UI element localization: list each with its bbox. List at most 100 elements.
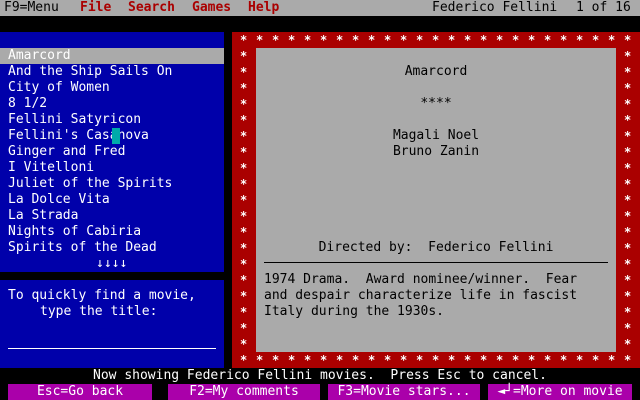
- list-item[interactable]: Amarcord: [0, 48, 224, 64]
- border-star: *: [624, 257, 632, 271]
- border-star: *: [448, 33, 456, 47]
- border-star: *: [240, 241, 248, 255]
- border-star: *: [240, 193, 248, 207]
- menu-search[interactable]: Search: [128, 0, 175, 16]
- panel-divider: [0, 272, 224, 280]
- border-star: *: [240, 305, 248, 319]
- scroll-down-indicator[interactable]: ↓↓↓↓: [96, 256, 127, 272]
- border-star: *: [624, 209, 632, 223]
- directed-label: Directed by:: [318, 240, 413, 255]
- border-star: *: [624, 177, 632, 191]
- description-line: and despair characterize life in fascist: [264, 288, 578, 303]
- go-back-button[interactable]: Esc=Go back: [8, 384, 152, 400]
- border-star: *: [240, 145, 248, 159]
- menu-help[interactable]: Help: [248, 0, 279, 16]
- border-star: *: [512, 33, 520, 47]
- border-star: *: [576, 353, 584, 367]
- border-star: *: [240, 209, 248, 223]
- border-star: *: [240, 289, 248, 303]
- detail-divider: [264, 262, 608, 263]
- border-star: *: [304, 353, 312, 367]
- context-title: Federico Fellini: [432, 0, 558, 15]
- border-star: *: [624, 321, 632, 335]
- list-item[interactable]: Ginger and Fred: [0, 144, 224, 160]
- border-star: *: [544, 353, 552, 367]
- help-text-line2: type the title:: [40, 304, 158, 319]
- border-star: *: [320, 353, 328, 367]
- border-star: *: [240, 161, 248, 175]
- border-star: *: [240, 81, 248, 95]
- border-star: *: [496, 33, 504, 47]
- more-on-movie-label: =More on movie: [513, 384, 623, 399]
- my-comments-button[interactable]: F2=My comments: [168, 384, 320, 400]
- list-item[interactable]: Fellini Satyricon: [0, 112, 224, 128]
- director-line: Directed by: Federico Fellini: [256, 240, 616, 256]
- help-text-line1: To quickly find a movie,: [8, 288, 196, 303]
- list-item[interactable]: I Vitelloni: [0, 160, 224, 176]
- list-item[interactable]: City of Women: [0, 80, 224, 96]
- border-star: *: [624, 113, 632, 127]
- border-star: *: [272, 353, 280, 367]
- border-star: *: [624, 305, 632, 319]
- border-star: *: [624, 97, 632, 111]
- border-star: *: [624, 225, 632, 239]
- border-star: *: [624, 353, 632, 367]
- border-star: *: [624, 145, 632, 159]
- list-item[interactable]: Juliet of the Spirits: [0, 176, 224, 192]
- border-star: *: [624, 49, 632, 63]
- border-star: *: [512, 353, 520, 367]
- list-item[interactable]: La Dolce Vita: [0, 192, 224, 208]
- border-star: *: [432, 33, 440, 47]
- list-item[interactable]: Nights of Cabiria: [0, 224, 224, 240]
- border-star: *: [240, 337, 248, 351]
- border-star: *: [528, 353, 536, 367]
- border-star: *: [624, 65, 632, 79]
- border-star: *: [336, 353, 344, 367]
- list-item[interactable]: La Strada: [0, 208, 224, 224]
- function-key-bar: Esc=Go back F2=My comments F3=Movie star…: [0, 384, 640, 400]
- border-star: *: [304, 33, 312, 47]
- border-star: *: [240, 225, 248, 239]
- list-item[interactable]: And the Ship Sails On: [0, 64, 224, 80]
- description-line: Italy during the 1930s.: [264, 304, 445, 319]
- cast-member: Bruno Zanin: [392, 144, 480, 159]
- border-star: *: [560, 33, 568, 47]
- border-star: *: [240, 113, 248, 127]
- border-star: *: [240, 129, 248, 143]
- border-star: *: [480, 33, 488, 47]
- border-star: *: [368, 353, 376, 367]
- border-star: *: [416, 353, 424, 367]
- border-star: *: [480, 353, 488, 367]
- movie-title: Amarcord: [404, 64, 468, 79]
- border-star: *: [240, 49, 248, 63]
- border-star: *: [336, 33, 344, 47]
- border-star: *: [240, 65, 248, 79]
- border-star: *: [288, 353, 296, 367]
- movie-stars-button[interactable]: F3=Movie stars...: [328, 384, 480, 400]
- border-star: *: [560, 353, 568, 367]
- list-item[interactable]: Spirits of the Dead: [0, 240, 224, 256]
- menu-file[interactable]: File: [80, 0, 111, 16]
- border-star: *: [624, 33, 632, 47]
- description-line: 1974 Drama. Award nominee/winner. Fear: [264, 272, 578, 287]
- border-star: *: [624, 129, 632, 143]
- border-star: *: [592, 33, 600, 47]
- border-star: *: [608, 353, 616, 367]
- border-star: *: [624, 161, 632, 175]
- border-star: *: [416, 33, 424, 47]
- menu-games[interactable]: Games: [192, 0, 231, 16]
- border-star: *: [448, 353, 456, 367]
- border-star: *: [320, 33, 328, 47]
- border-star: *: [496, 353, 504, 367]
- border-star: *: [240, 257, 248, 271]
- menu-bar: F9=Menu File Search Games Help Federico …: [0, 0, 640, 16]
- movie-list[interactable]: Amarcord And the Ship Sails On City of W…: [0, 48, 224, 304]
- more-on-movie-button[interactable]: ◄┘=More on movie: [488, 384, 632, 400]
- cast-member: Magali Noel: [392, 128, 480, 143]
- list-item[interactable]: 8 1/2: [0, 96, 224, 112]
- title-search-input[interactable]: [8, 348, 216, 349]
- border-star: *: [352, 33, 360, 47]
- border-star: *: [608, 33, 616, 47]
- border-star: *: [624, 273, 632, 287]
- border-star: *: [240, 177, 248, 191]
